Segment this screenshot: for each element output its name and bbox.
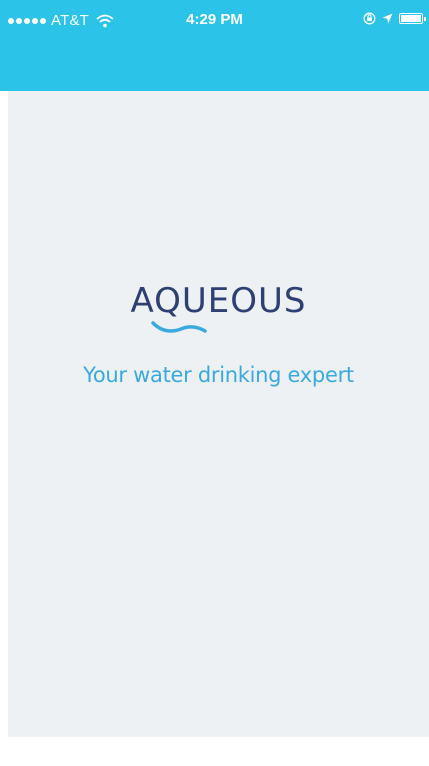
splash-screen: AT&T 4:29 PM AQUEOUS Your water drinking… [0, 0, 429, 766]
header-bar: AT&T 4:29 PM [0, 0, 429, 91]
tagline: Your water drinking expert [83, 363, 354, 387]
splash-content: AQUEOUS Your water drinking expert [8, 91, 429, 737]
app-logo: AQUEOUS [8, 281, 429, 341]
logo-wordmark: AQUEOUS [130, 281, 307, 321]
lock-rotation-icon [363, 12, 376, 25]
wave-icon [151, 321, 207, 333]
status-bar: AT&T 4:29 PM [0, 0, 429, 40]
status-right-group [363, 12, 426, 25]
battery-icon [399, 13, 426, 24]
location-icon [382, 13, 393, 24]
